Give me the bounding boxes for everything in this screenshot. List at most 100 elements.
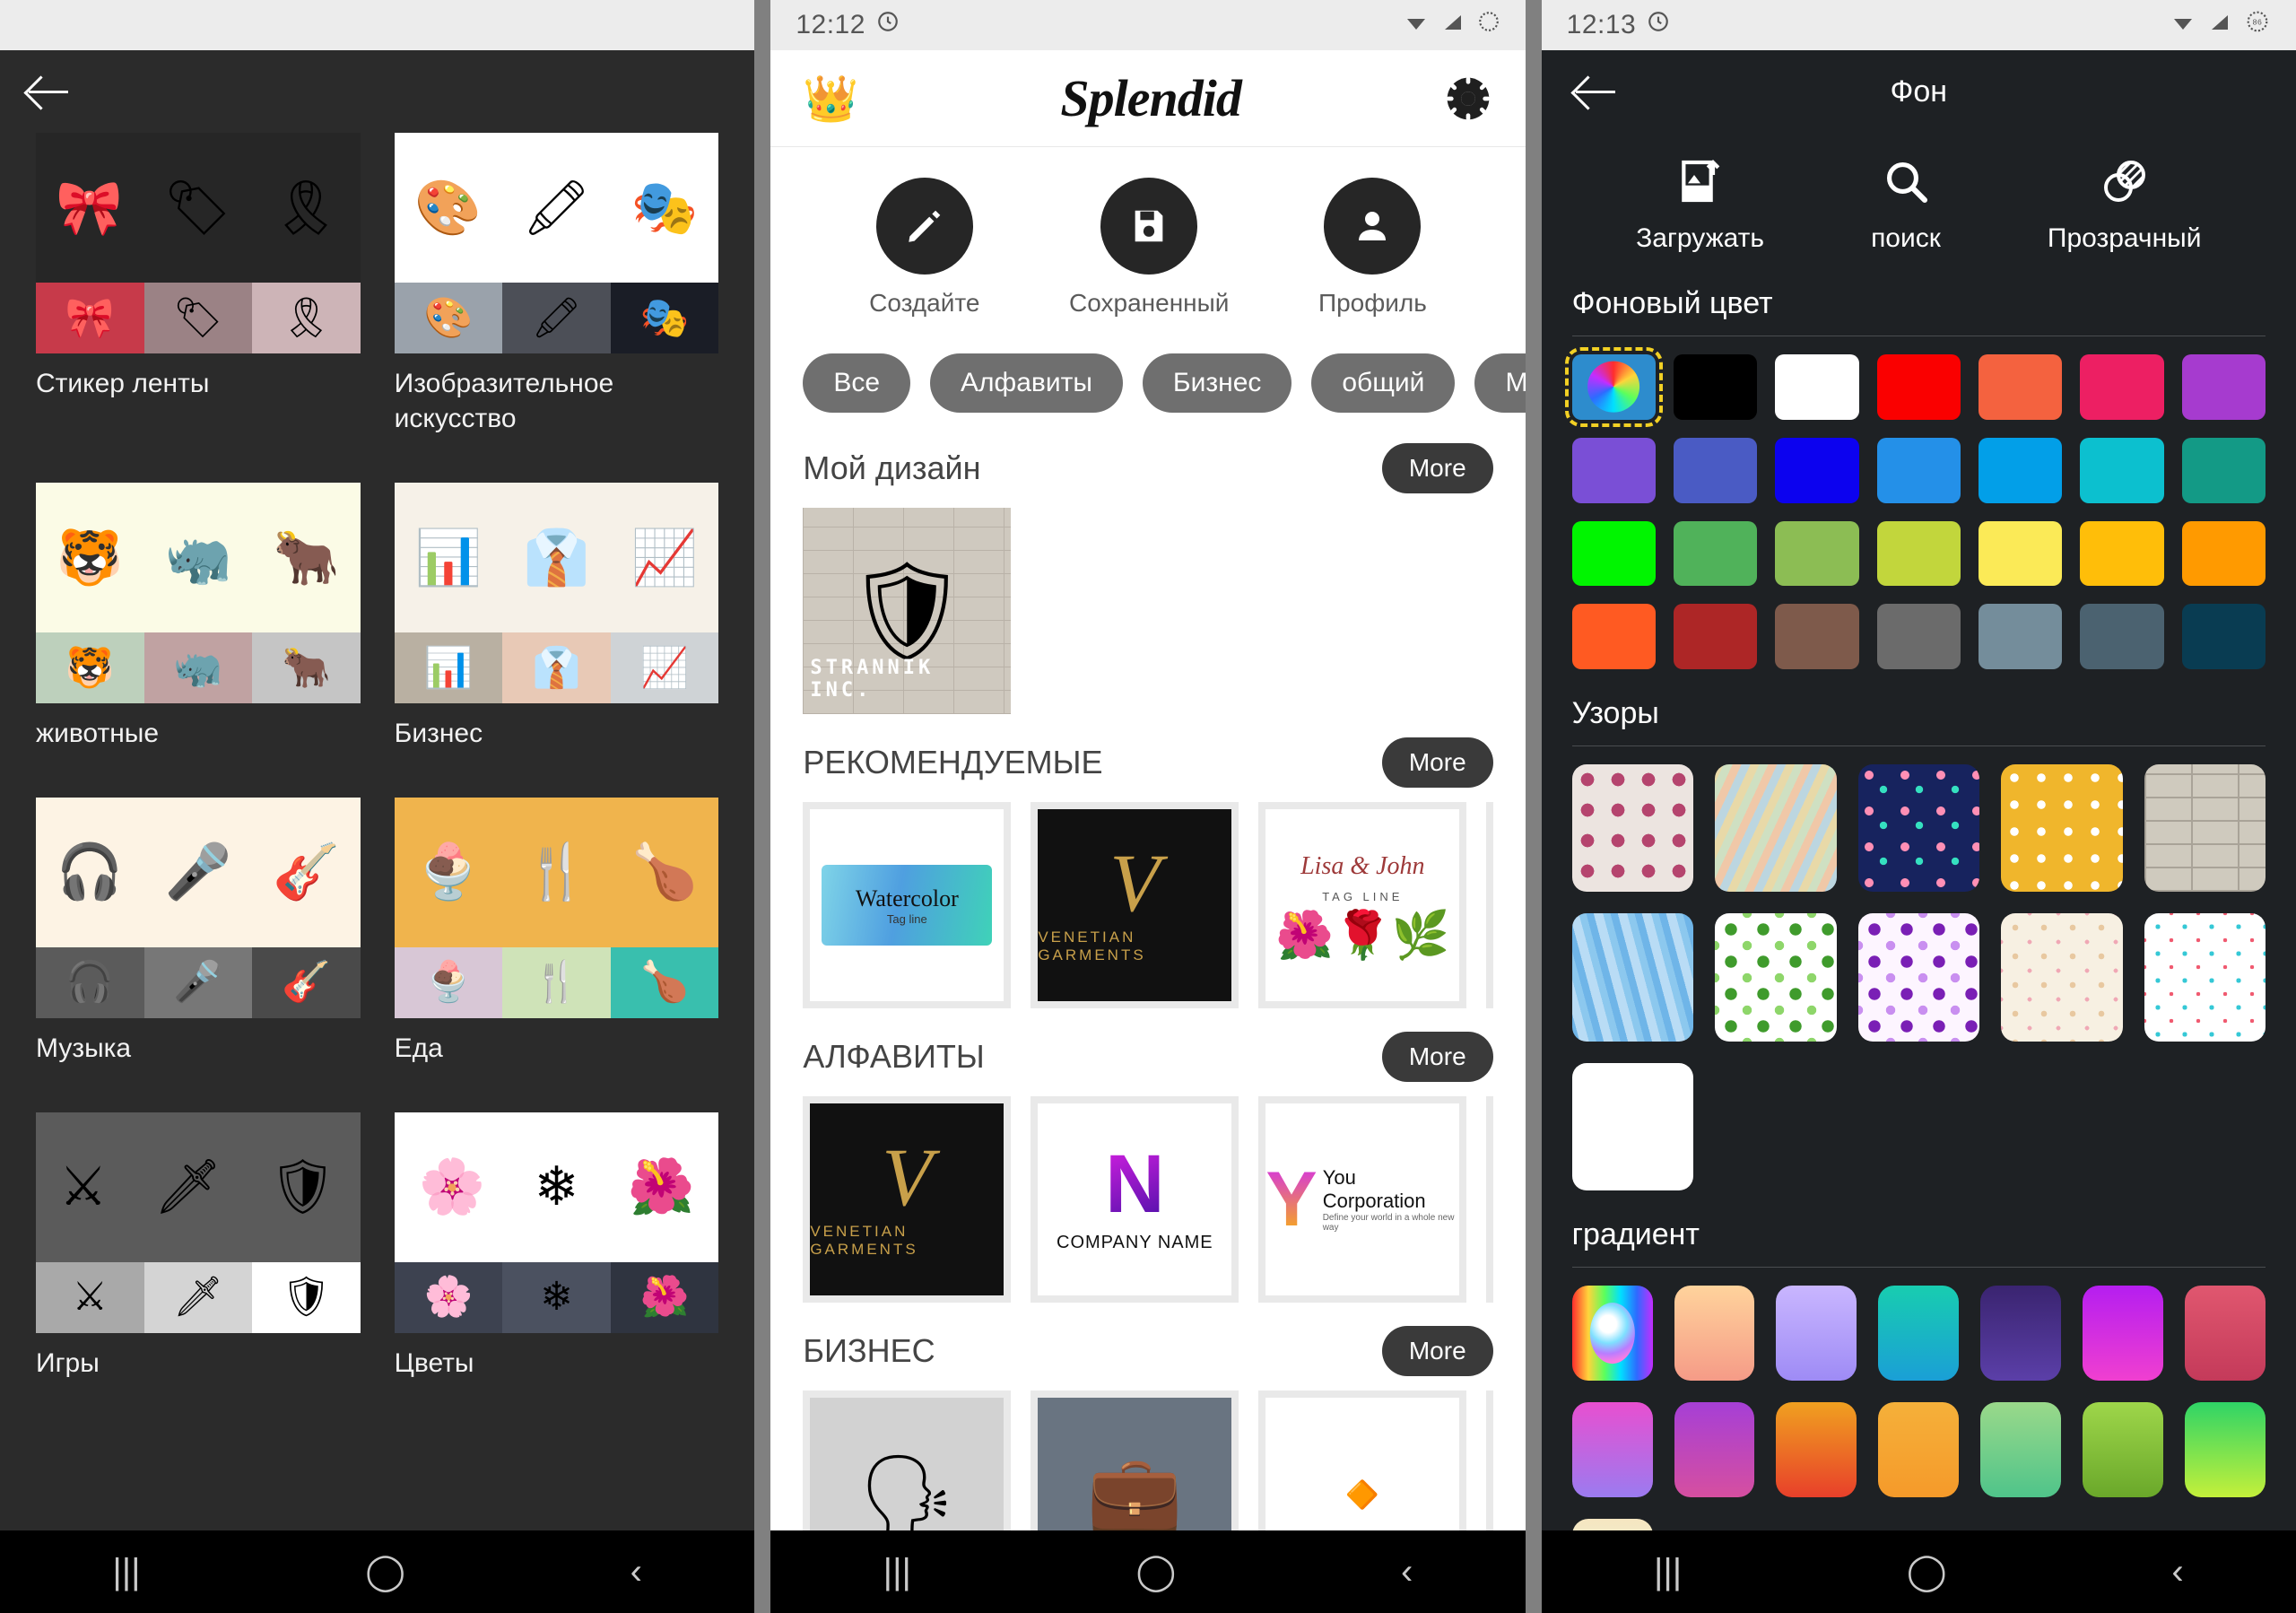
arrow-left-icon[interactable]	[25, 68, 72, 115]
color-swatch[interactable]	[1876, 520, 1961, 587]
category-card[interactable]: 📊 👔 📈 📊 👔 📈 Бизнес	[394, 482, 719, 751]
filter-chip[interactable]: Все	[803, 353, 911, 413]
color-swatch[interactable]	[2080, 354, 2164, 420]
gradient-swatch[interactable]	[2185, 1401, 2266, 1498]
category-card[interactable]: 🎀 🏷 🎗 🎀 🏷 🎗 Стикер ленты	[36, 133, 361, 436]
logo-card[interactable]: Watercolor Tag line	[803, 802, 1012, 1008]
pattern-swatch[interactable]	[1571, 1062, 1694, 1190]
gradient-swatch[interactable]	[1878, 1285, 1960, 1381]
gradient-swatch[interactable]	[1776, 1285, 1857, 1381]
pattern-swatch[interactable]	[1572, 764, 1693, 892]
pattern-swatch[interactable]	[1858, 913, 1979, 1041]
recents-button[interactable]: |||	[112, 1554, 140, 1590]
color-swatch[interactable]	[2181, 604, 2266, 670]
gradient-swatch[interactable]	[1571, 1285, 1653, 1381]
action-pencil[interactable]: Создайте	[869, 178, 979, 318]
filter-chip[interactable]: Бизнес	[1142, 353, 1292, 413]
action-person[interactable]: Профиль	[1318, 178, 1427, 318]
arrow-left-icon[interactable]	[1572, 68, 1619, 115]
logo-card[interactable]: 🗣	[803, 1391, 1012, 1530]
gradient-swatch[interactable]	[1571, 1519, 1653, 1530]
color-swatch[interactable]	[1876, 354, 1961, 420]
more-button[interactable]: More	[1381, 737, 1493, 788]
back-button[interactable]: ‹	[1401, 1554, 1413, 1590]
category-card[interactable]: ⚔ 🗡 🛡 ⚔ 🗡 🛡 Игры	[36, 1112, 361, 1381]
gradient-swatch[interactable]	[1980, 1401, 2062, 1498]
pattern-swatch[interactable]	[1572, 913, 1693, 1041]
home-button[interactable]: ◯	[1136, 1554, 1177, 1590]
category-card[interactable]: 🎨 🖍 🎭 🎨 🖍 🎭 Изобразительное искусство	[394, 133, 719, 436]
color-swatch[interactable]	[2080, 437, 2164, 503]
pattern-swatch[interactable]	[1715, 764, 1836, 892]
pattern-swatch[interactable]	[1858, 764, 1979, 892]
gradient-swatch[interactable]	[1776, 1401, 1857, 1498]
crown-icon[interactable]: 👑	[803, 76, 858, 121]
color-swatch[interactable]	[2181, 354, 2266, 420]
gradient-swatch[interactable]	[1674, 1285, 1755, 1381]
color-swatch[interactable]	[1571, 437, 1656, 503]
search-icon[interactable]	[1881, 156, 1931, 211]
color-swatch[interactable]	[1673, 354, 1758, 420]
person-icon[interactable]	[1324, 178, 1422, 275]
pattern-swatch[interactable]	[2001, 913, 2122, 1041]
color-swatch[interactable]	[1978, 520, 2063, 587]
logo-card[interactable]: N COMPANY NAME	[1031, 1096, 1239, 1303]
color-swatch[interactable]	[1775, 604, 1859, 670]
pattern-swatch[interactable]	[1715, 913, 1836, 1041]
gradient-swatch[interactable]	[2185, 1285, 2266, 1381]
home-button[interactable]: ◯	[365, 1554, 405, 1590]
back-button[interactable]: ‹	[2171, 1554, 2183, 1590]
gradient-swatch[interactable]	[1878, 1401, 1960, 1498]
color-swatch[interactable]	[2080, 604, 2164, 670]
tool-transparency[interactable]: Прозрачный	[2048, 156, 2201, 254]
color-swatch[interactable]	[2080, 520, 2164, 587]
color-swatch[interactable]	[1876, 604, 1961, 670]
filter-chip[interactable]: Музыка	[1474, 353, 1526, 413]
more-button[interactable]: More	[1381, 1326, 1493, 1376]
tool-search[interactable]: поиск	[1871, 156, 1941, 254]
color-swatch[interactable]	[1876, 437, 1961, 503]
logo-card[interactable]: V VENETIAN GARMENTS	[803, 1096, 1012, 1303]
color-swatch[interactable]	[1978, 354, 2063, 420]
color-swatch[interactable]	[1775, 520, 1859, 587]
gradient-swatch[interactable]	[2083, 1285, 2164, 1381]
color-swatch[interactable]	[2181, 437, 2266, 503]
my-design-card[interactable]: 🛡 STRANNIK INC.	[803, 508, 1012, 714]
color-swatch[interactable]	[1775, 354, 1859, 420]
filter-chip[interactable]: Алфавиты	[930, 353, 1123, 413]
color-swatch[interactable]	[1978, 604, 2063, 670]
logo-card[interactable]: 🔸	[1258, 1391, 1467, 1530]
recents-button[interactable]: |||	[1654, 1554, 1682, 1590]
more-button[interactable]: More	[1381, 443, 1493, 493]
gradient-swatch[interactable]	[1571, 1401, 1653, 1498]
color-swatch[interactable]	[1775, 437, 1859, 503]
logo-card[interactable]: Lisa & John TAG LINE 🌺🌹🌿	[1258, 802, 1467, 1008]
tool-image-upload[interactable]: Загружать	[1636, 156, 1764, 254]
color-swatch[interactable]	[1571, 520, 1656, 587]
home-button[interactable]: ◯	[1907, 1554, 1947, 1590]
recents-button[interactable]: |||	[883, 1554, 911, 1590]
color-swatch[interactable]	[1571, 604, 1656, 670]
color-swatch[interactable]	[1673, 520, 1758, 587]
logo-card[interactable]: Y You Corporation Define your world in a w…	[1258, 1096, 1467, 1303]
pattern-swatch[interactable]	[2001, 764, 2122, 892]
back-button[interactable]: ‹	[631, 1554, 642, 1590]
color-swatch[interactable]	[1564, 347, 1664, 427]
color-swatch[interactable]	[1978, 437, 2063, 503]
more-button[interactable]: More	[1381, 1032, 1493, 1082]
color-swatch[interactable]	[2181, 520, 2266, 587]
category-card[interactable]: 🎧 🎤 🎸 🎧 🎤 🎸 Музыка	[36, 797, 361, 1066]
category-card[interactable]: 🍨 🍴 🍗 🍨 🍴 🍗 Еда	[394, 797, 719, 1066]
gradient-swatch[interactable]	[1674, 1401, 1755, 1498]
transparency-icon[interactable]	[2100, 156, 2150, 211]
color-swatch[interactable]	[1673, 604, 1758, 670]
category-card[interactable]: 🐯 🦏 🐂 🐯 🦏 🐂 животные	[36, 482, 361, 751]
image-upload-icon[interactable]	[1675, 156, 1726, 211]
save-icon[interactable]	[1100, 178, 1198, 275]
filter-chip[interactable]: общий	[1311, 353, 1456, 413]
gear-icon[interactable]	[1443, 74, 1493, 124]
pattern-swatch[interactable]	[2144, 764, 2266, 892]
action-save[interactable]: Сохраненный	[1069, 178, 1229, 318]
logo-card[interactable]	[1486, 1391, 1493, 1530]
logo-card[interactable]	[1486, 802, 1493, 1008]
